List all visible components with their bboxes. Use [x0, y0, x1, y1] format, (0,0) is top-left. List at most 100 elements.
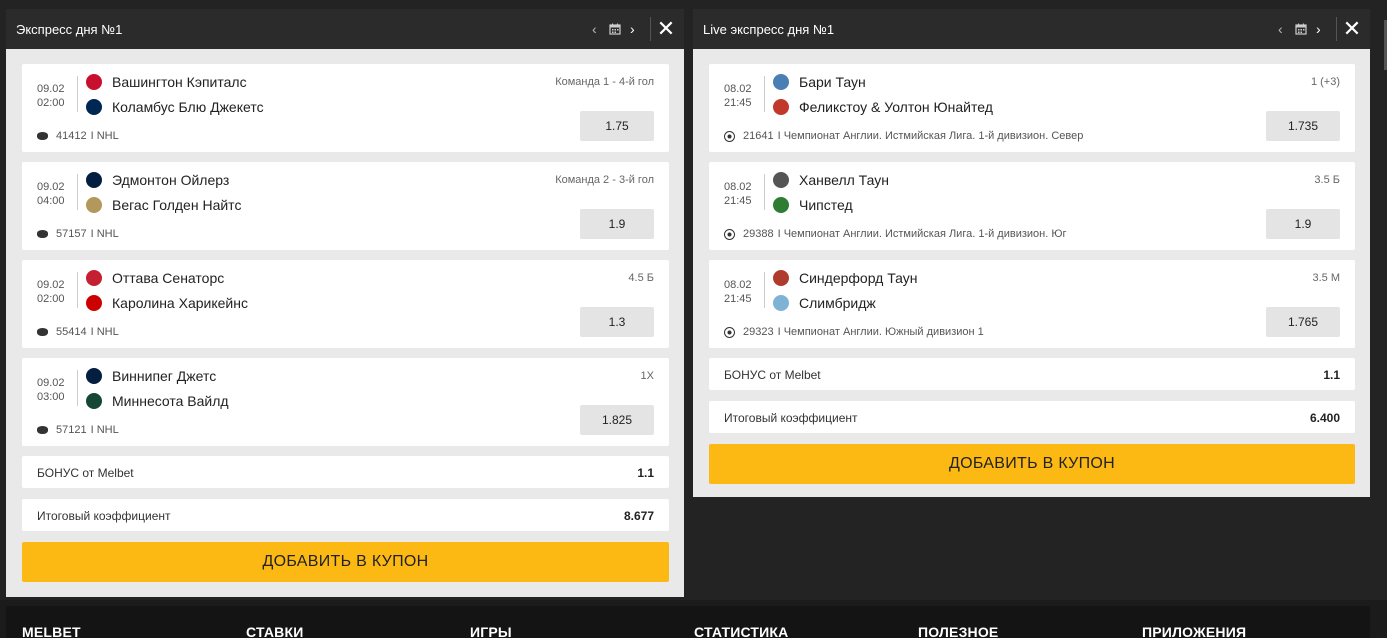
chevron-right-icon[interactable]: ›	[630, 19, 635, 39]
bonus-row: БОНУС от Melbet 1.1	[22, 456, 669, 488]
event-id: 55414	[56, 326, 87, 338]
team-logo-icon	[86, 368, 102, 384]
odd-button[interactable]: 1.735	[1266, 111, 1340, 141]
total-label: Итоговый коэффициент	[724, 411, 858, 425]
team-away[interactable]: Коламбус Блю Джекетс	[86, 98, 264, 116]
event-meta: 29323 I Чемпионат Англии. Южный дивизион …	[724, 326, 984, 338]
calendar-icon[interactable]	[1295, 19, 1307, 39]
team-away[interactable]: Вегас Голден Найтс	[86, 196, 241, 214]
footer-melbet[interactable]: MELBET	[22, 624, 81, 638]
event-datetime: 09.02 02:00	[37, 278, 65, 306]
event-date: 08.02	[724, 279, 752, 291]
event-meta: 21641 I Чемпионат Англии. Истмийская Лига…	[724, 130, 1083, 142]
event-league[interactable]: I NHL	[91, 228, 119, 240]
footer-apps[interactable]: ПРИЛОЖЕНИЯ	[1142, 624, 1246, 638]
team-home[interactable]: Виннипег Джетс	[86, 367, 216, 385]
team-home-name: Ханвелл Таун	[799, 172, 889, 188]
team-logo-icon	[86, 99, 102, 115]
team-home[interactable]: Эдмонтон Ойлерз	[86, 171, 229, 189]
odd-button[interactable]: 1.3	[580, 307, 654, 337]
team-logo-icon	[86, 74, 102, 90]
odd-button[interactable]: 1.9	[580, 209, 654, 239]
event-meta: 57157 I NHL	[37, 228, 119, 240]
team-away[interactable]: Феликстоу & Уолтон Юнайтед	[773, 98, 993, 116]
team-logo-icon	[773, 270, 789, 286]
footer-games[interactable]: ИГРЫ	[470, 624, 512, 638]
calendar-icon[interactable]	[609, 19, 621, 39]
bonus-row: БОНУС от Melbet 1.1	[709, 358, 1355, 390]
team-home[interactable]: Вашингтон Кэпиталс	[86, 73, 247, 91]
event-date: 09.02	[37, 83, 65, 95]
odd-button[interactable]: 1.9	[1266, 209, 1340, 239]
add-to-coupon-button[interactable]: ДОБАВИТЬ В КУПОН	[22, 542, 669, 582]
team-away[interactable]: Миннесота Вайлд	[86, 392, 229, 410]
divider	[77, 370, 78, 406]
panel-header: Экспресс дня №1 ‹ › ✕	[6, 9, 684, 49]
event-id: 21641	[743, 130, 774, 142]
event-datetime: 09.02 02:00	[37, 82, 65, 110]
event-league[interactable]: I Чемпионат Англии. Южный дивизион 1	[778, 326, 984, 338]
event-league[interactable]: I NHL	[91, 424, 119, 436]
chevron-right-icon[interactable]: ›	[1316, 19, 1321, 39]
bonus-label: БОНУС от Melbet	[37, 466, 134, 480]
team-away[interactable]: Слимбридж	[773, 294, 876, 312]
express-panel-right: Live экспресс дня №1 ‹ › ✕ 08.02 21:45 Бар…	[693, 9, 1370, 497]
chevron-left-icon[interactable]: ‹	[592, 19, 597, 39]
market-label: 1 (+3)	[1310, 76, 1340, 88]
panel-header: Live экспресс дня №1 ‹ › ✕	[693, 9, 1370, 49]
add-to-coupon-button[interactable]: ДОБАВИТЬ В КУПОН	[709, 444, 1355, 484]
event-time: 21:45	[724, 97, 752, 109]
market-label: 3.5 М	[1312, 272, 1340, 284]
team-away[interactable]: Чипстед	[773, 196, 853, 214]
event-card: 08.02 21:45 Ханвелл Таун Чипстед 3.5 Б 1.9 293…	[709, 162, 1355, 250]
event-time: 21:45	[724, 293, 752, 305]
event-time: 02:00	[37, 293, 65, 305]
divider	[764, 272, 765, 308]
odd-button[interactable]: 1.825	[580, 405, 654, 435]
divider	[764, 76, 765, 112]
event-datetime: 09.02 03:00	[37, 376, 65, 404]
event-id: 57157	[56, 228, 87, 240]
divider	[77, 174, 78, 210]
team-home-name: Синдерфорд Таун	[799, 270, 918, 286]
team-away-name: Каролина Харикейнс	[112, 295, 248, 311]
event-id: 29323	[743, 326, 774, 338]
team-home[interactable]: Бари Таун	[773, 73, 866, 91]
hockey-puck-icon	[37, 426, 48, 434]
team-away-name: Коламбус Блю Джекетс	[112, 99, 264, 115]
odd-button[interactable]: 1.75	[580, 111, 654, 141]
team-logo-icon	[773, 172, 789, 188]
market-label: 1X	[640, 370, 654, 382]
team-home-name: Эдмонтон Ойлерз	[112, 172, 230, 188]
total-label: Итоговый коэффициент	[37, 509, 171, 523]
event-card: 09.02 03:00 Виннипег Джетс Миннесота Вайлд 1…	[22, 358, 669, 446]
odd-button[interactable]: 1.765	[1266, 307, 1340, 337]
footer-bets[interactable]: СТАВКИ	[246, 624, 303, 638]
team-home[interactable]: Ханвелл Таун	[773, 171, 889, 189]
event-league[interactable]: I Чемпионат Англии. Истмийская Лига. 1-й…	[778, 130, 1084, 142]
event-card: 09.02 02:00 Оттава Сенаторс Каролина Харике…	[22, 260, 669, 348]
bonus-label: БОНУС от Melbet	[724, 368, 821, 382]
event-datetime: 08.02 21:45	[724, 82, 752, 110]
team-home-name: Бари Таун	[799, 74, 866, 90]
team-logo-icon	[86, 197, 102, 213]
team-home[interactable]: Оттава Сенаторс	[86, 269, 224, 287]
event-date: 08.02	[724, 83, 752, 95]
team-away-name: Вегас Голден Найтс	[112, 197, 242, 213]
close-icon[interactable]: ✕	[1341, 17, 1363, 41]
chevron-left-icon[interactable]: ‹	[1278, 19, 1283, 39]
event-league[interactable]: I NHL	[91, 130, 119, 142]
event-league[interactable]: I NHL	[91, 326, 119, 338]
header-divider	[650, 17, 651, 41]
event-date: 09.02	[37, 279, 65, 291]
footer-statistics[interactable]: СТАТИСТИКА	[694, 624, 789, 638]
hockey-puck-icon	[37, 132, 48, 140]
event-card: 08.02 21:45 Синдерфорд Таун Слимбридж 3.5 М 1…	[709, 260, 1355, 348]
close-icon[interactable]: ✕	[655, 17, 677, 41]
event-meta: 55414 I NHL	[37, 326, 119, 338]
event-time: 21:45	[724, 195, 752, 207]
footer-useful[interactable]: ПОЛЕЗНОЕ	[918, 624, 998, 638]
team-home[interactable]: Синдерфорд Таун	[773, 269, 918, 287]
event-league[interactable]: I Чемпионат Англии. Истмийская Лига. 1-й…	[778, 228, 1067, 240]
team-away[interactable]: Каролина Харикейнс	[86, 294, 248, 312]
